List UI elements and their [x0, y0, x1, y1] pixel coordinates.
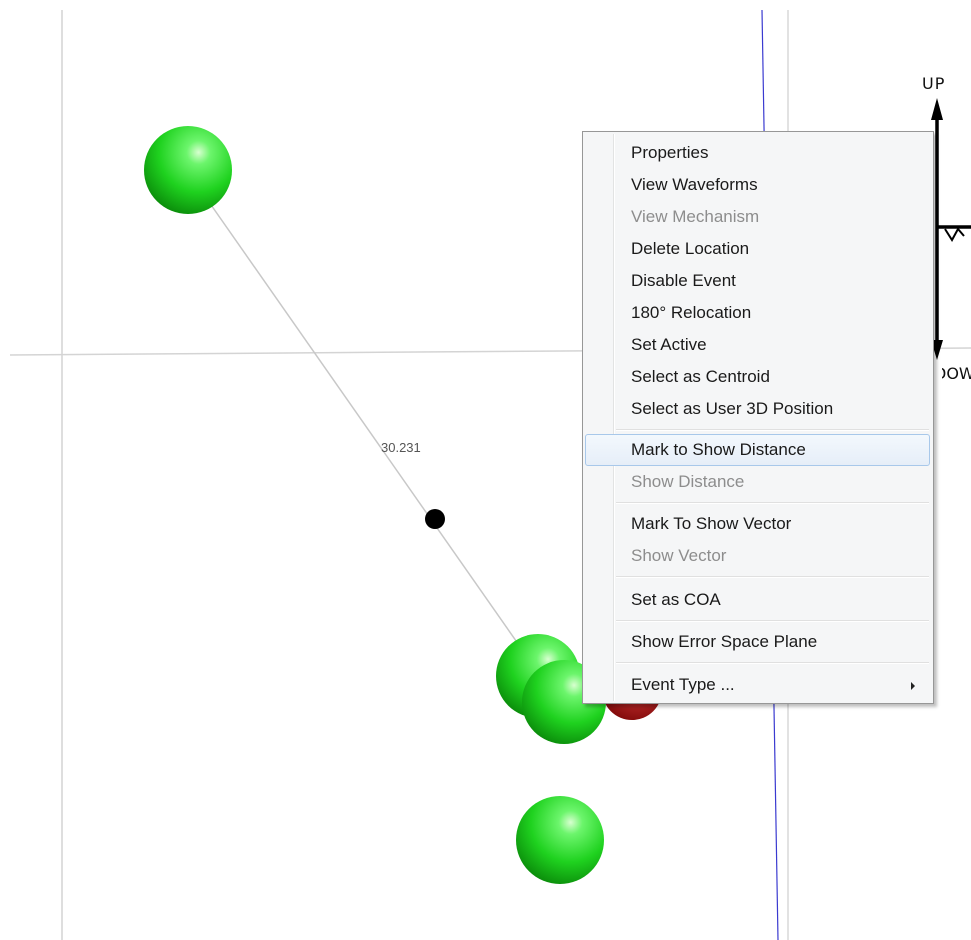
menu-item-view-waveforms[interactable]: View Waveforms [585, 169, 930, 201]
context-menu: Properties View Waveforms View Mechanism… [582, 131, 934, 704]
distance-link-line [187, 171, 536, 669]
menu-item-mark-to-show-distance[interactable]: Mark to Show Distance [585, 434, 930, 466]
menu-item-view-mechanism[interactable]: View Mechanism [585, 201, 930, 233]
menu-item-set-as-coa[interactable]: Set as COA [585, 584, 930, 616]
menu-separator [616, 620, 929, 622]
menu-item-show-error-space-plane[interactable]: Show Error Space Plane [585, 626, 930, 658]
menu-separator [616, 576, 929, 578]
menu-item-mark-to-show-vector[interactable]: Mark To Show Vector [585, 508, 930, 540]
menu-item-select-as-centroid[interactable]: Select as Centroid [585, 361, 930, 393]
menu-separator [616, 662, 929, 664]
distance-label: 30.231 [381, 440, 421, 455]
orientation-cross-tick [944, 227, 965, 242]
up-arrowhead [931, 98, 943, 120]
menu-item-show-vector[interactable]: Show Vector [585, 540, 930, 572]
menu-item-180-relocation[interactable]: 180° Relocation [585, 297, 930, 329]
menu-item-disable-event[interactable]: Disable Event [585, 265, 930, 297]
event-sphere-4 [516, 796, 604, 884]
down-label: DOWN [942, 364, 971, 383]
menu-item-event-type[interactable]: Event Type ... [585, 669, 930, 701]
menu-item-delete-location[interactable]: Delete Location [585, 233, 930, 265]
midpoint-marker [425, 509, 445, 529]
menu-item-select-as-user-3d-position[interactable]: Select as User 3D Position [585, 393, 930, 425]
submenu-arrow-icon [911, 682, 915, 690]
up-label: UP [922, 74, 946, 93]
menu-item-set-active[interactable]: Set Active [585, 329, 930, 361]
menu-separator [616, 429, 929, 431]
menu-item-show-distance[interactable]: Show Distance [585, 466, 930, 498]
menu-item-properties[interactable]: Properties [585, 137, 930, 169]
menu-separator [616, 502, 929, 504]
event-sphere-1 [144, 126, 232, 214]
